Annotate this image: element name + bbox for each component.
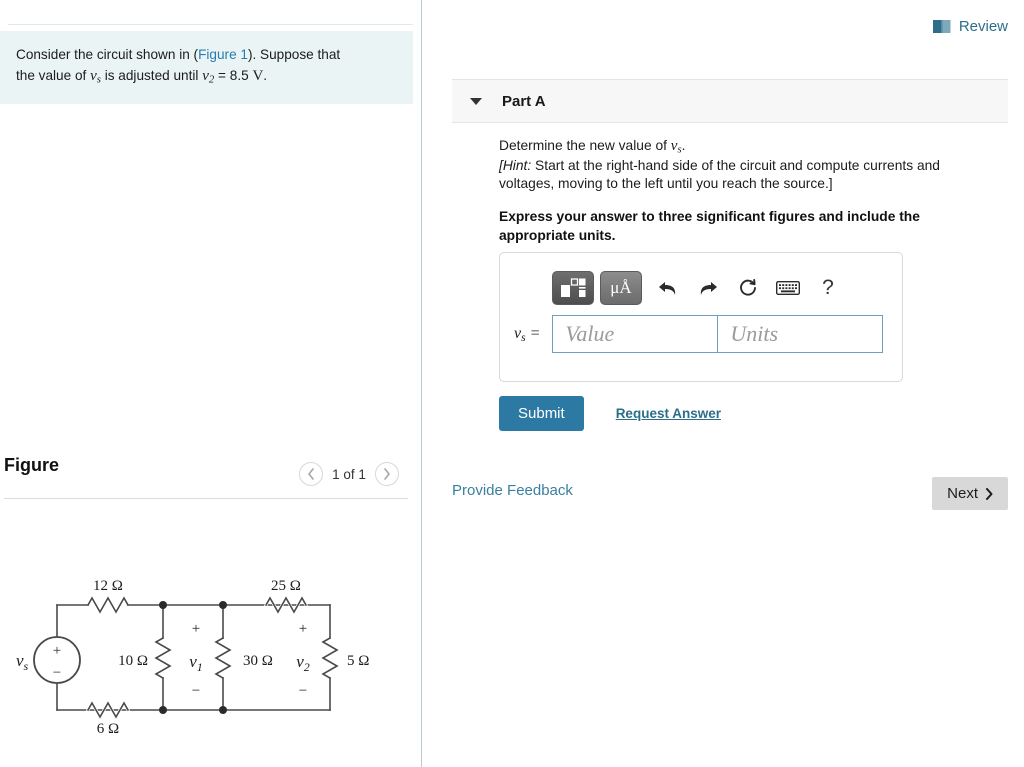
template-button[interactable] [552, 271, 594, 305]
units-button-label: μÅ [610, 278, 632, 297]
undo-icon [659, 282, 676, 295]
circuit-diagram: + − vs 12 Ω 6 Ω 25 Ω 10 Ω 30 Ω 5 Ω + v1 [16, 578, 369, 737]
problem-line1-post: ). Suppose that [247, 47, 341, 62]
problem-unit-volt: V [252, 68, 264, 85]
resistor-label-25ohm: 25 Ω [271, 578, 301, 594]
answer-row: vs = [500, 315, 904, 353]
resistor-label-5ohm: 5 Ω [347, 653, 369, 669]
question-instruction: Express your answer to three significant… [499, 209, 920, 243]
reset-button[interactable] [728, 271, 768, 305]
question-var-vs: vs [670, 138, 682, 156]
problem-var-vs: vs [90, 68, 101, 87]
resistor-label-30ohm: 30 Ω [243, 653, 273, 669]
question-hint: [Hint: Start at the right-hand side of t… [499, 157, 999, 193]
template-icon [561, 278, 586, 297]
source-minus-sign: − [53, 665, 61, 681]
redo-icon [700, 282, 717, 295]
problem-line2-mid: is adjusted until [100, 68, 203, 84]
answer-units-input[interactable] [717, 315, 884, 353]
figure-counter: 1 of 1 [332, 466, 366, 482]
figure-1-link[interactable]: Figure 1 [198, 47, 248, 62]
figure-prev-button[interactable] [299, 462, 323, 486]
chevron-right-icon [384, 468, 390, 480]
keyboard-icon [776, 281, 800, 295]
figure-image-area[interactable]: + − vs 12 Ω 6 Ω 25 Ω 10 Ω 30 Ω 5 Ω + v1 [0, 505, 413, 760]
problem-statement-box: Consider the circuit shown in (Figure 1)… [0, 31, 413, 105]
book-icon [932, 20, 951, 33]
help-button[interactable]: ? [808, 271, 848, 305]
question-block: Determine the new value of vs. [Hint: St… [499, 137, 999, 245]
resistor-label-12ohm: 12 Ω [93, 578, 123, 594]
submit-button[interactable]: Submit [499, 396, 584, 431]
problem-statement-text: Consider the circuit shown in (Figure 1)… [16, 45, 397, 88]
answer-toolbar: μÅ ? [500, 261, 904, 315]
exercise-page: Consider the circuit shown in (Figure 1)… [0, 0, 1024, 767]
units-button[interactable]: μÅ [600, 271, 642, 305]
problem-line2-pre: the value of [16, 68, 91, 84]
v1-minus-sign: − [192, 683, 200, 699]
left-panel: Consider the circuit shown in (Figure 1)… [0, 0, 422, 767]
review-label: Review [958, 18, 1008, 35]
review-link[interactable]: Review [932, 18, 1008, 35]
resistor-label-6ohm: 6 Ω [97, 721, 119, 737]
figure-navigation: 1 of 1 [299, 462, 399, 486]
undo-button[interactable] [648, 271, 688, 305]
caret-down-icon [470, 97, 482, 105]
reset-icon [740, 279, 756, 296]
hint-text: Start at the right-hand side of the circ… [499, 157, 940, 192]
node-dot [159, 601, 167, 609]
problem-line2-post: = 8.5 [214, 68, 253, 84]
question-line-1: Determine the new value of vs. [499, 137, 999, 157]
answer-input-panel: μÅ ? vs = Value Units [499, 252, 903, 382]
provide-feedback-link[interactable]: Provide Feedback [452, 482, 573, 499]
next-button[interactable]: Next [932, 477, 1008, 510]
v2-label: v2 [296, 652, 310, 674]
answer-value-input[interactable] [552, 315, 718, 353]
problem-var-v2: v2 [202, 68, 215, 87]
v1-plus-sign: + [192, 621, 200, 637]
next-button-label: Next [947, 485, 978, 502]
chevron-right-icon [986, 487, 993, 500]
v2-minus-sign: − [299, 683, 307, 699]
chevron-left-icon [308, 468, 314, 480]
problem-line2-end: . [263, 68, 268, 84]
source-plus-sign: + [53, 643, 61, 659]
node-dot [219, 706, 227, 714]
part-a-header[interactable]: Part A [452, 79, 1008, 123]
right-panel: Review Part A Determine the new value of… [423, 0, 1024, 767]
redo-button[interactable] [688, 271, 728, 305]
problem-line1-pre: Consider the circuit shown in ( [16, 47, 199, 62]
figure-next-button[interactable] [375, 462, 399, 486]
part-a-title: Part A [502, 92, 546, 110]
node-dot [219, 601, 227, 609]
source-label: vs [16, 651, 29, 673]
question-line1-pre: Determine the new value of [499, 138, 671, 153]
request-answer-link[interactable]: Request Answer [616, 406, 721, 421]
question-line1-post: . [681, 138, 686, 153]
v2-plus-sign: + [299, 621, 307, 637]
submit-row: Submit Request Answer [499, 396, 721, 431]
hint-label: [Hint: [499, 157, 532, 173]
figure-title: Figure [4, 455, 60, 475]
top-divider [8, 24, 413, 25]
v1-label: v1 [189, 652, 203, 674]
figure-divider [4, 498, 408, 499]
resistor-label-10ohm: 10 Ω [118, 653, 148, 669]
figure-header: Figure 1 of 1 [0, 455, 413, 495]
node-dot [159, 706, 167, 714]
answer-variable-label: vs = [514, 324, 541, 344]
keyboard-button[interactable] [768, 271, 808, 305]
